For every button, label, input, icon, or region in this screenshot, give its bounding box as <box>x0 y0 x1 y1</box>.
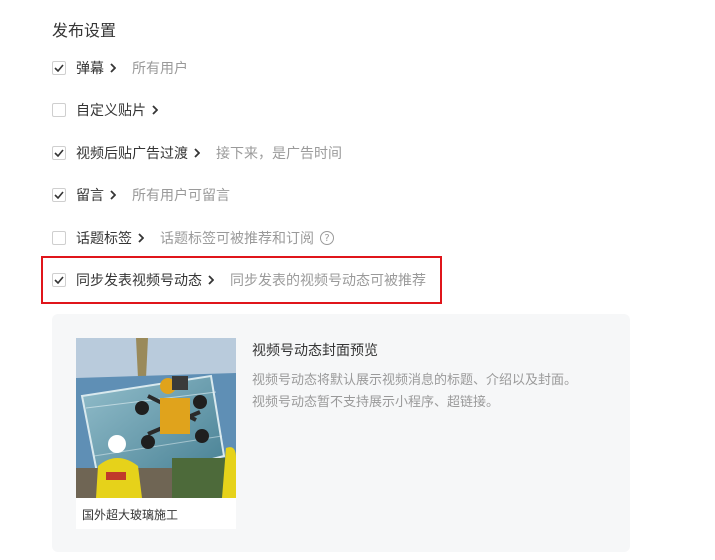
check-icon <box>54 276 64 284</box>
option-description: 所有用户可留言 <box>132 188 230 204</box>
option-comments: 留言 所有用户可留言 <box>52 185 230 205</box>
cover-image <box>76 338 236 498</box>
option-description: 话题标签可被推荐和订阅 <box>160 231 314 247</box>
preview-description-line: 视频号动态将默认展示视频消息的标题、介绍以及封面。 <box>252 373 578 388</box>
option-label[interactable]: 弹幕 <box>76 58 104 78</box>
option-label[interactable]: 留言 <box>76 185 104 205</box>
chevron-right-icon[interactable] <box>110 63 116 73</box>
option-description: 同步发表的视频号动态可被推荐 <box>230 273 426 289</box>
checkbox[interactable] <box>52 61 66 75</box>
checkbox[interactable] <box>52 231 66 245</box>
preview-description: 视频号动态将默认展示视频消息的标题、介绍以及封面。 视频号动态暂不支持展示小程序… <box>252 370 577 414</box>
option-label[interactable]: 视频后贴广告过渡 <box>76 143 188 163</box>
help-icon[interactable]: ? <box>320 231 334 245</box>
option-label[interactable]: 话题标签 <box>76 228 132 248</box>
chevron-right-icon[interactable] <box>138 233 144 243</box>
check-icon <box>54 191 64 199</box>
check-icon <box>54 64 64 72</box>
option-topic-tags: 话题标签 话题标签可被推荐和订阅 ? <box>52 228 334 248</box>
checkbox[interactable] <box>52 273 66 287</box>
check-icon <box>54 149 64 157</box>
preview-description-line: 视频号动态暂不支持展示小程序、超链接。 <box>252 395 500 410</box>
option-sync-channels-post: 同步发表视频号动态 同步发表的视频号动态可被推荐 <box>52 270 426 290</box>
chevron-right-icon[interactable] <box>110 190 116 200</box>
cover-caption: 国外超大玻璃施工 <box>82 508 179 522</box>
option-label[interactable]: 同步发表视频号动态 <box>76 270 202 290</box>
chevron-right-icon[interactable] <box>194 148 200 158</box>
section-title: 发布设置 <box>52 21 117 40</box>
preview-title: 视频号动态封面预览 <box>252 343 378 359</box>
cover-preview-panel: 国外超大玻璃施工 视频号动态封面预览 视频号动态将默认展示视频消息的标题、介绍以… <box>52 314 630 552</box>
checkbox[interactable] <box>52 146 66 160</box>
option-description: 所有用户 <box>132 61 188 77</box>
option-custom-sticker: 自定义贴片 <box>52 100 174 120</box>
cover-card: 国外超大玻璃施工 <box>76 338 236 529</box>
option-post-ad-transition: 视频后贴广告过渡 接下来，是广告时间 <box>52 143 342 163</box>
option-danmaku: 弹幕 所有用户 <box>52 58 188 78</box>
checkbox[interactable] <box>52 188 66 202</box>
option-label[interactable]: 自定义贴片 <box>76 100 146 120</box>
chevron-right-icon[interactable] <box>152 105 158 115</box>
checkbox[interactable] <box>52 103 66 117</box>
option-description: 接下来，是广告时间 <box>216 146 342 162</box>
chevron-right-icon[interactable] <box>208 275 214 285</box>
